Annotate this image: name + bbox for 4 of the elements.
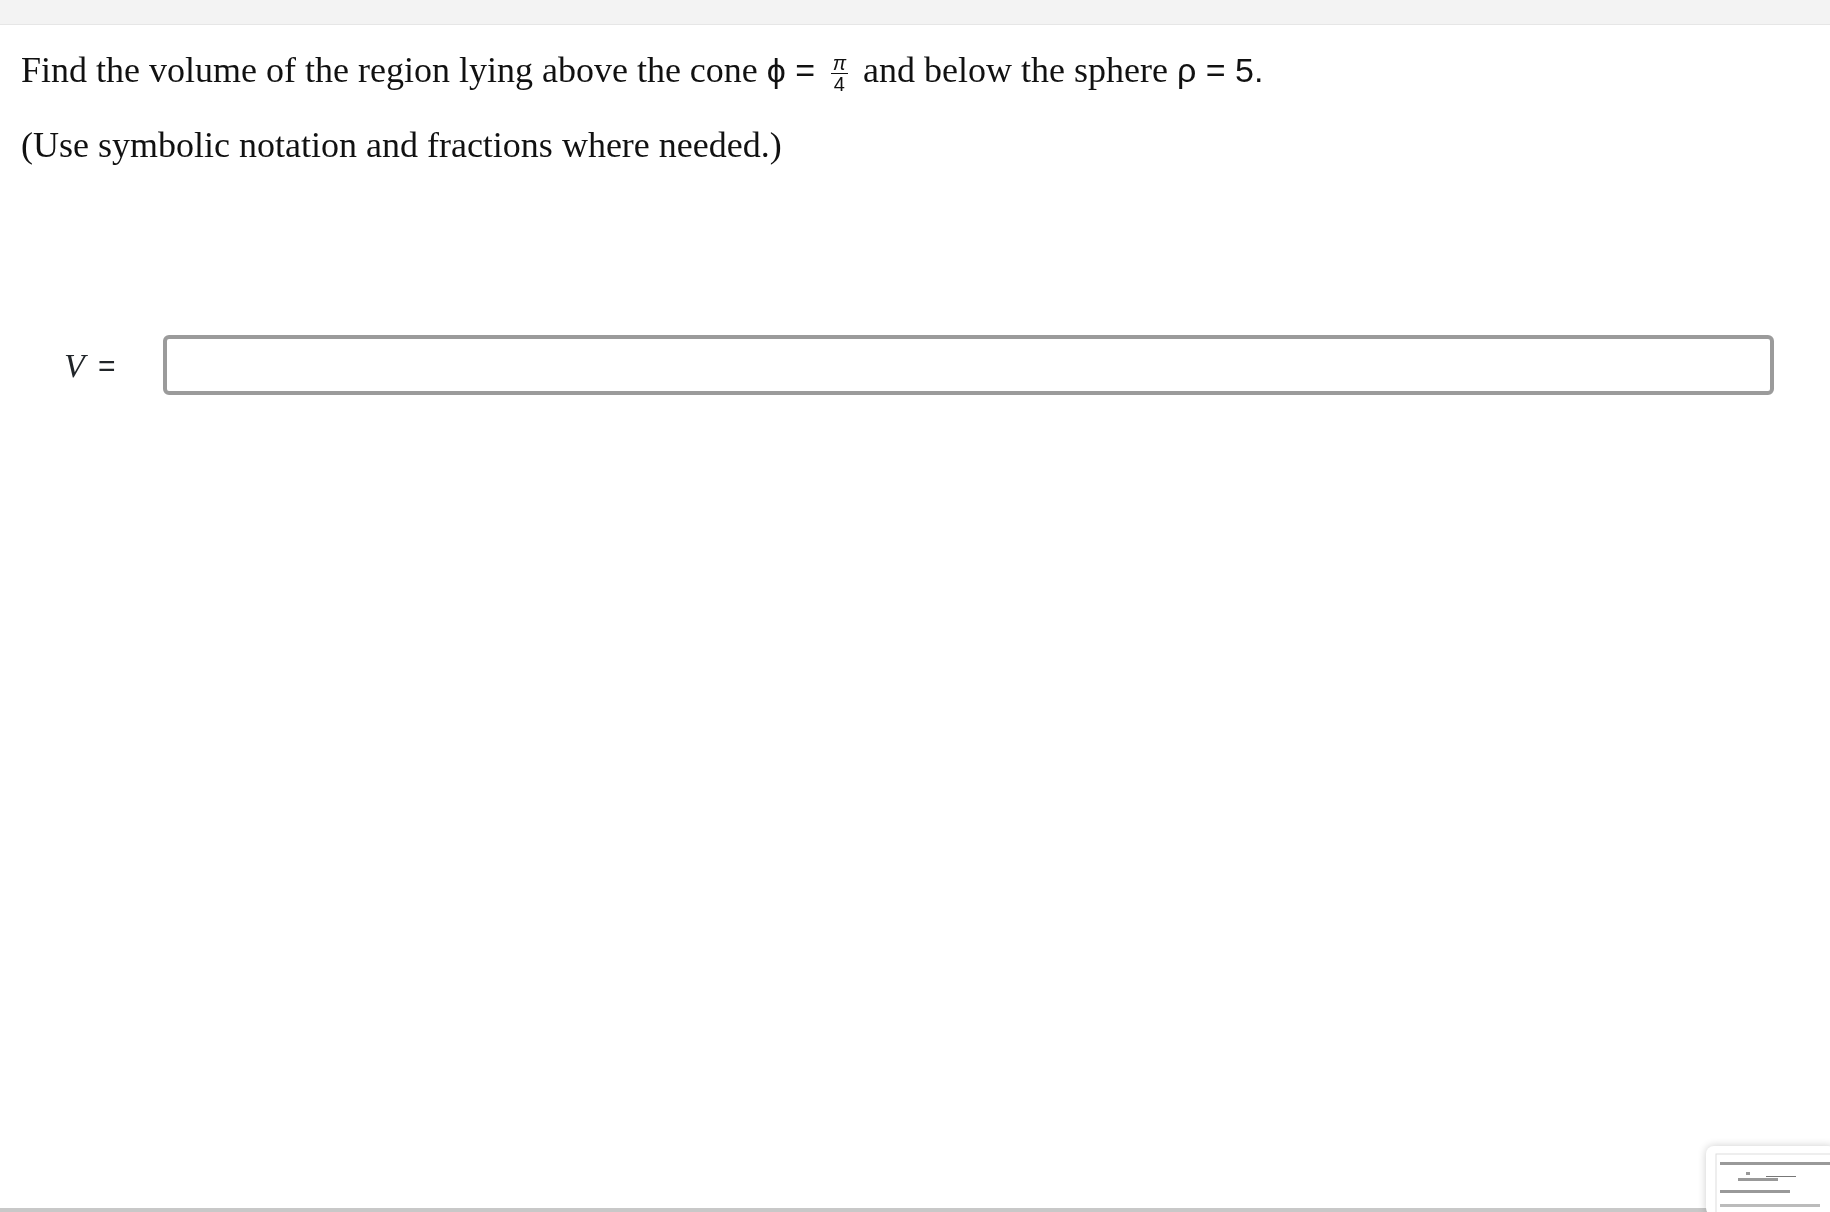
variable-label: V [64,339,98,391]
equals-sign: = [98,347,117,384]
instruction-text: (Use symbolic notation and fractions where needed.) [21,124,783,168]
answer-field[interactable] [163,335,1774,396]
